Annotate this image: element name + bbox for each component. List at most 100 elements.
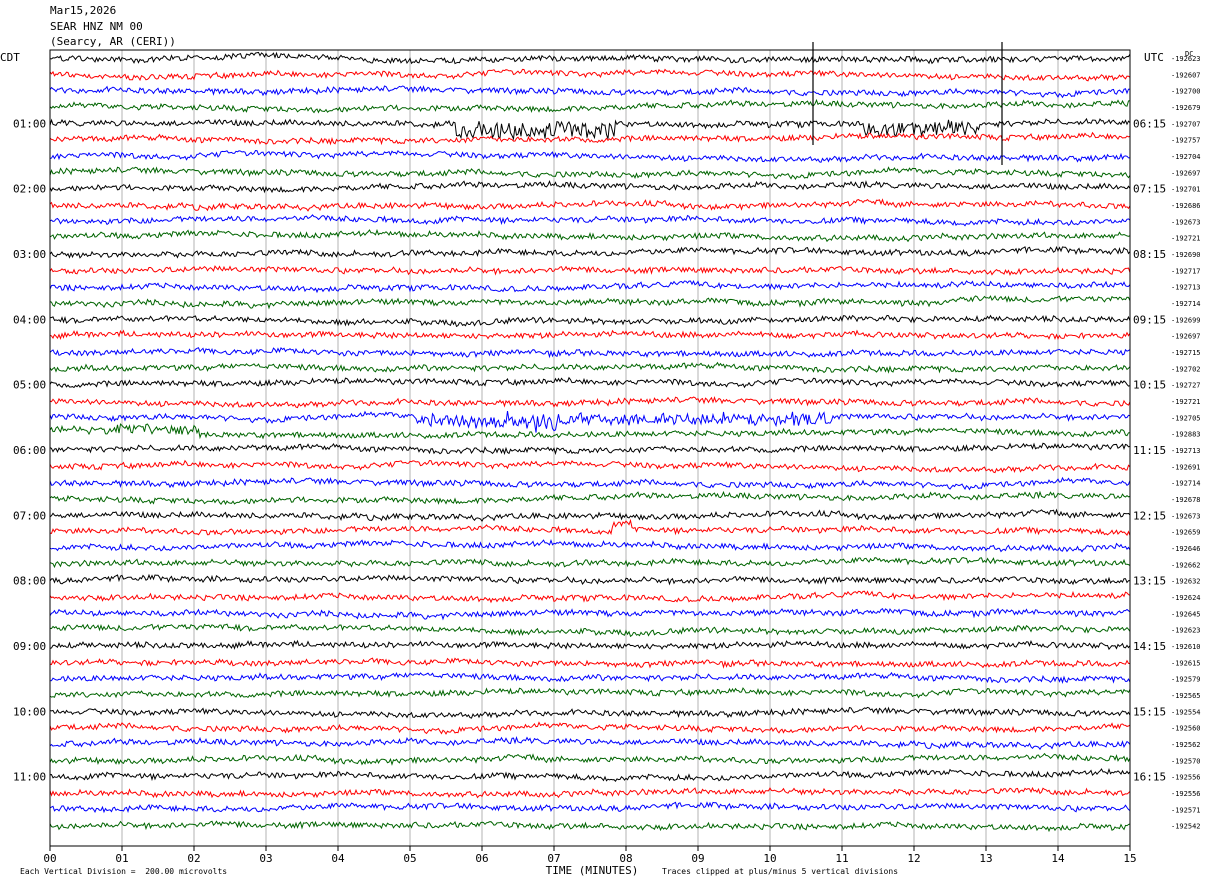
trace-line — [49, 329, 1131, 340]
x-axis-title: TIME (MINUTES) — [546, 864, 639, 877]
trace-line — [49, 607, 1131, 621]
right-hour-label: 12:15 — [1133, 509, 1166, 522]
trace-line — [49, 149, 1131, 163]
x-tick-label: 12 — [907, 852, 920, 865]
minute-gridlines — [121, 50, 1059, 846]
x-tick-label: 04 — [331, 852, 345, 865]
dc-offset-label: -192686 — [1171, 202, 1201, 210]
trace-line — [49, 801, 1131, 814]
dc-offset-label: -192727 — [1171, 382, 1201, 390]
trace-line — [49, 459, 1131, 474]
trace-line — [49, 376, 1131, 389]
x-tick-label: 10 — [763, 852, 776, 865]
trace-line — [49, 623, 1131, 638]
dc-offset-label: -192659 — [1171, 529, 1201, 537]
dc-offset-label: -192714 — [1171, 480, 1201, 488]
trace-line — [49, 752, 1131, 766]
dc-offset-label: -192707 — [1171, 120, 1201, 128]
dc-offset-label: -192690 — [1171, 251, 1201, 259]
x-tick-label: 11 — [835, 852, 848, 865]
dc-offset-label: -192679 — [1171, 104, 1201, 112]
dc-offset-label: -192565 — [1171, 692, 1201, 700]
trace-line — [49, 671, 1131, 684]
trace-line — [49, 410, 1131, 433]
dc-offset-label: -192699 — [1171, 316, 1201, 324]
trace-line — [49, 295, 1131, 310]
right-hour-label: 15:15 — [1133, 705, 1166, 718]
left-hour-label: 11:00 — [13, 771, 46, 784]
dc-offset-label: -192691 — [1171, 463, 1201, 471]
dc-offset-label: -192542 — [1171, 823, 1201, 831]
left-hour-label: 02:00 — [13, 183, 46, 196]
trace-line — [49, 51, 1131, 65]
trace-line — [49, 706, 1131, 719]
trace-line — [49, 198, 1131, 212]
dc-offset-label: -192570 — [1171, 757, 1201, 765]
dc-offset-label: -192673 — [1171, 512, 1201, 520]
trace-line — [49, 68, 1131, 82]
trace-line — [49, 735, 1131, 751]
dc-offset-label: -192717 — [1171, 267, 1201, 275]
trace-line — [49, 214, 1131, 227]
dc-offset-label: -192571 — [1171, 806, 1201, 814]
trace-line — [49, 538, 1131, 553]
dc-offset-label: -192562 — [1171, 741, 1201, 749]
dc-offset-label: -192678 — [1171, 496, 1201, 504]
dc-offset-label: -192721 — [1171, 235, 1201, 243]
dc-offset-label: -192714 — [1171, 300, 1201, 308]
dc-offset-label: -192662 — [1171, 561, 1201, 569]
left-hour-label: 01:00 — [13, 117, 46, 130]
x-tick-label: 13 — [979, 852, 992, 865]
trace-line — [49, 556, 1131, 569]
right-hour-label: 10:15 — [1133, 379, 1166, 392]
dc-offset-label: -192632 — [1171, 578, 1201, 586]
dc-offset-label: -192697 — [1171, 333, 1201, 341]
dc-offset-label: -192757 — [1171, 137, 1201, 145]
trace-line — [49, 657, 1131, 669]
trace-line — [49, 442, 1131, 456]
trace-line — [49, 423, 1131, 440]
dc-offset-label: -192556 — [1171, 774, 1201, 782]
right-hour-label: 09:15 — [1133, 313, 1166, 326]
dc-offset-label: -192701 — [1171, 186, 1201, 194]
dc-offset-label: -192645 — [1171, 610, 1201, 618]
trace-line — [49, 361, 1131, 374]
right-hour-label: 07:15 — [1133, 183, 1166, 196]
trace-line — [49, 228, 1131, 243]
dc-offset-label: -192715 — [1171, 349, 1201, 357]
clip-note: Traces clipped at plus/minus 5 vertical … — [662, 867, 899, 876]
right-hour-label: 06:15 — [1133, 117, 1166, 130]
left-hour-label: 03:00 — [13, 248, 46, 261]
dc-offset-label: -192704 — [1171, 153, 1201, 161]
x-tick-label: 09 — [691, 852, 704, 865]
left-hour-label: 09:00 — [13, 640, 46, 653]
trace-line — [49, 396, 1131, 409]
dc-offset-label: -192556 — [1171, 790, 1201, 798]
left-hour-label: 08:00 — [13, 575, 46, 588]
dc-offset-label: -192623 — [1171, 627, 1201, 635]
trace-line — [49, 767, 1131, 783]
dc-offset-label: -192673 — [1171, 218, 1201, 226]
trace-line — [49, 85, 1131, 99]
vertical-division-note: Each Vertical Division = 200.00 microvol… — [20, 867, 228, 876]
dc-offset-label: -192560 — [1171, 725, 1201, 733]
dc-offset-label: -192607 — [1171, 71, 1201, 79]
dc-offset-label: -192615 — [1171, 659, 1201, 667]
trace-line — [49, 721, 1131, 735]
trace-line — [49, 166, 1131, 180]
left-hour-label: 05:00 — [13, 379, 46, 392]
trace-line — [49, 265, 1131, 276]
dc-offset-label: -192646 — [1171, 545, 1201, 553]
x-tick-label: 14 — [1051, 852, 1065, 865]
x-axis-ticks: 00 01 02 03 04 05 06 07 08 09 10 11 12 13 14 15 — [43, 846, 1137, 865]
trace-line — [49, 687, 1131, 699]
seismic-traces — [49, 42, 1131, 833]
right-hour-label: 08:15 — [1133, 248, 1166, 261]
trace-line — [49, 346, 1131, 359]
dc-offset-label: -192721 — [1171, 398, 1201, 406]
dc-offset-label: -192624 — [1171, 594, 1201, 602]
right-hour-label: 13:15 — [1133, 575, 1166, 588]
trace-line — [49, 245, 1131, 259]
trace-line — [49, 639, 1131, 651]
trace-line — [49, 98, 1131, 114]
